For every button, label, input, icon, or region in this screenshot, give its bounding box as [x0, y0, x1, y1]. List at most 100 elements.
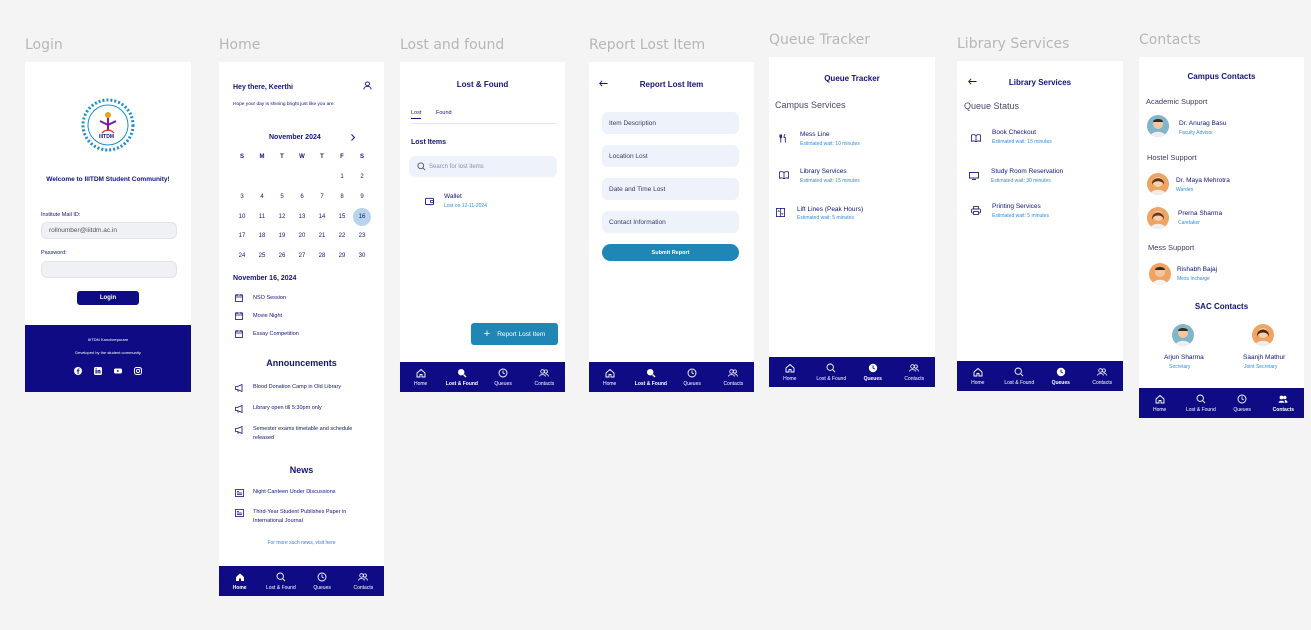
calendar-day[interactable]: 9 — [353, 194, 371, 200]
calendar-day[interactable]: 1 — [333, 174, 351, 180]
nav-lost-found[interactable]: Lost & Found — [630, 362, 671, 392]
nav-lost-found[interactable]: Lost & Found — [999, 361, 1041, 391]
nav-contacts[interactable]: Contacts — [894, 357, 936, 387]
calendar-day[interactable]: 24 — [233, 253, 251, 259]
nav-contacts[interactable]: Contacts — [1263, 388, 1304, 418]
calendar-day[interactable]: 21 — [313, 233, 331, 239]
news-item[interactable]: Night Canteen Under Discussions — [253, 488, 368, 497]
contact-name[interactable]: Dr. Maya Mehrotra — [1176, 177, 1230, 184]
nav-home[interactable]: Home — [1139, 388, 1180, 418]
nav-queues[interactable]: Queues — [1040, 361, 1082, 391]
nav-queues[interactable]: Queues — [852, 357, 894, 387]
nav-contacts[interactable]: Contacts — [524, 362, 565, 392]
nav-queues[interactable]: Queues — [672, 362, 713, 392]
calendar-day[interactable]: 15 — [333, 214, 351, 220]
nav-home[interactable]: Home — [400, 362, 441, 392]
instagram-icon[interactable] — [134, 367, 142, 375]
calendar-day[interactable]: 29 — [333, 253, 351, 259]
facebook-icon[interactable] — [74, 367, 82, 375]
announcement-item[interactable]: Library open till 5:30pm only — [253, 404, 368, 413]
library-item-name[interactable]: Study Room Reservation — [991, 168, 1063, 175]
calendar-day[interactable]: 18 — [253, 233, 271, 239]
location-lost-field[interactable]: Location Lost — [602, 145, 739, 167]
contact-name[interactable]: Rishabh Bajaj — [1177, 266, 1217, 273]
contact-name[interactable]: Prerna Sharma — [1178, 210, 1222, 217]
nav-queues[interactable]: Queues — [483, 362, 524, 392]
plus-icon: + — [483, 328, 491, 340]
nav-lost-found[interactable]: Lost & Found — [1180, 388, 1221, 418]
calendar-day[interactable]: 13 — [293, 214, 311, 220]
sac-contact-name[interactable]: Arjun Sharma — [1164, 354, 1204, 361]
calendar-day[interactable]: 17 — [233, 233, 251, 239]
date-time-field[interactable]: Date and Time Lost — [602, 178, 739, 200]
linkedin-icon[interactable] — [94, 367, 102, 375]
announcement-item[interactable]: Blood Donation Camp in Old Library — [253, 383, 368, 392]
chevron-right-icon[interactable] — [350, 134, 356, 141]
nav-home[interactable]: Home — [589, 362, 630, 392]
search-input[interactable]: Search for lost items — [409, 156, 557, 177]
library-item-name[interactable]: Book Checkout — [992, 129, 1036, 136]
calendar-day[interactable]: 6 — [293, 194, 311, 200]
nav-home[interactable]: Home — [957, 361, 999, 391]
users-icon — [1097, 367, 1108, 376]
report-lost-item-button[interactable]: + Report Lost Item — [471, 323, 558, 345]
utensils-icon — [779, 134, 786, 143]
mail-input[interactable]: rollnumber@iiitdm.ac.in — [41, 222, 177, 239]
nav-contacts[interactable]: Contacts — [1082, 361, 1124, 391]
frame-label-home: Home — [219, 37, 261, 53]
password-input[interactable] — [41, 261, 177, 278]
calendar-day[interactable]: 19 — [273, 233, 291, 239]
sac-contact-name[interactable]: Saanjh Mathur — [1243, 354, 1285, 361]
tab-lost[interactable]: Lost — [411, 110, 422, 119]
event-item[interactable]: Essay Competition — [253, 331, 299, 337]
calendar-day[interactable]: 8 — [333, 194, 351, 200]
contact-name[interactable]: Dr. Anurag Basu — [1179, 120, 1226, 127]
nav-queues[interactable]: Queues — [302, 566, 343, 596]
calendar-day[interactable]: 28 — [313, 253, 331, 259]
calendar-day[interactable]: 26 — [273, 253, 291, 259]
youtube-icon[interactable] — [114, 367, 122, 375]
news-item[interactable]: Third-Year Student Publishes Paper in In… — [253, 508, 368, 526]
nav-contacts[interactable]: Contacts — [343, 566, 384, 596]
calendar-day[interactable]: 20 — [293, 233, 311, 239]
calendar-day[interactable]: 16 — [353, 207, 371, 226]
contact-info-field[interactable]: Contact Information — [602, 211, 739, 233]
library-item-name[interactable]: Printing Services — [992, 203, 1041, 210]
calendar-day[interactable]: 25 — [253, 253, 271, 259]
calendar-day[interactable]: 12 — [273, 214, 291, 220]
calendar-day[interactable]: 22 — [333, 233, 351, 239]
nav-queues[interactable]: Queues — [1222, 388, 1263, 418]
sac-contact-role: Joint Secretary — [1244, 364, 1278, 370]
lost-item-name[interactable]: Wallet — [444, 193, 462, 200]
calendar-day[interactable]: 23 — [353, 233, 371, 239]
book-icon — [779, 171, 789, 179]
event-item[interactable]: NSO Session — [253, 295, 286, 301]
calendar-day[interactable]: 11 — [253, 214, 271, 220]
item-description-field[interactable]: Item Description — [602, 112, 739, 134]
queue-item-name[interactable]: Lift Lines (Peak Hours) — [797, 206, 863, 213]
nav-home[interactable]: Home — [219, 566, 260, 596]
queue-item-name[interactable]: Library Services — [800, 168, 847, 175]
calendar-day[interactable]: 10 — [233, 214, 251, 220]
tab-found[interactable]: Found — [436, 110, 452, 116]
nav-lost-found[interactable]: Lost & Found — [441, 362, 482, 392]
submit-report-button[interactable]: Submit Report — [602, 244, 739, 261]
nav-home[interactable]: Home — [769, 357, 811, 387]
calendar-day[interactable]: 2 — [353, 174, 371, 180]
queue-item-name[interactable]: Mess Line — [800, 131, 830, 138]
calendar-day[interactable]: 3 — [233, 194, 251, 200]
calendar-day[interactable]: 5 — [273, 194, 291, 200]
news-more-link[interactable]: For more such news, visit here — [219, 540, 384, 546]
calendar-day[interactable]: 7 — [313, 194, 331, 200]
nav-contacts[interactable]: Contacts — [713, 362, 754, 392]
login-button[interactable]: Login — [77, 291, 139, 305]
nav-lost-found[interactable]: Lost & Found — [811, 357, 853, 387]
calendar-day[interactable]: 27 — [293, 253, 311, 259]
profile-icon[interactable] — [363, 81, 372, 90]
event-item[interactable]: Movie Night — [253, 313, 282, 319]
calendar-day[interactable]: 30 — [353, 253, 371, 259]
announcement-item[interactable]: Semester exams timetable and schedule re… — [253, 425, 368, 443]
calendar-day[interactable]: 4 — [253, 194, 271, 200]
nav-lost-found[interactable]: Lost & Found — [260, 566, 301, 596]
calendar-day[interactable]: 14 — [313, 214, 331, 220]
